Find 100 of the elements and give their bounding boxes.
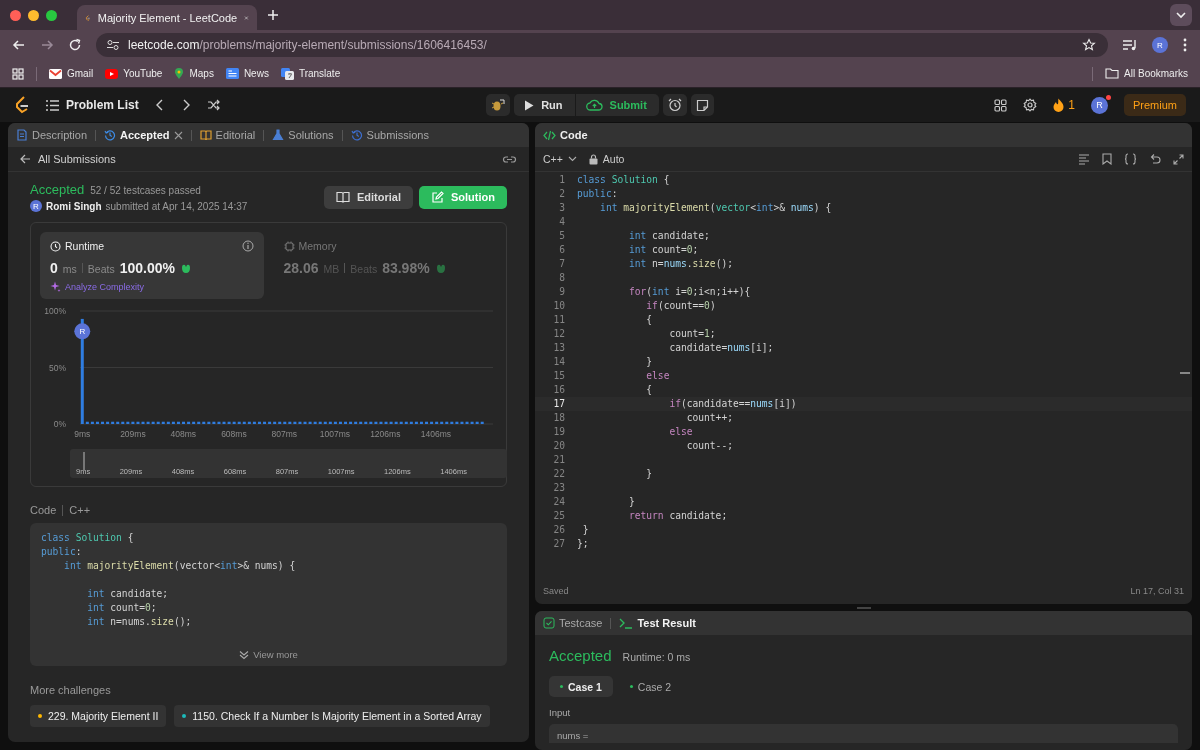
minimize-window-button[interactable] [28, 9, 39, 21]
bookmark-link[interactable]: News [225, 68, 269, 79]
case-tab[interactable]: Case 1 [549, 676, 613, 697]
author-name[interactable]: Romi Singh [46, 200, 102, 212]
notes-button[interactable] [690, 94, 714, 116]
line-number: 27 [552, 537, 566, 551]
slider-handle[interactable] [82, 452, 85, 470]
forward-icon[interactable] [40, 38, 54, 52]
flame-icon [1053, 98, 1065, 112]
run-button[interactable]: Run [514, 94, 575, 116]
submit-button[interactable]: Submit [575, 94, 659, 116]
settings-icon[interactable] [1023, 98, 1038, 112]
edit-icon [431, 190, 444, 204]
address-bar[interactable]: leetcode.com/problems/majority-element/submissions/1606416453/ [96, 33, 1108, 57]
challenge-chip[interactable]: 1150. Check If a Number Is Majority Element in a Sorted Array [174, 705, 490, 727]
streak-counter[interactable]: 1 [1053, 98, 1075, 112]
maximize-window-button[interactable] [46, 9, 57, 21]
sparkle-icon [50, 281, 61, 292]
more-menu-icon[interactable] [1182, 37, 1188, 53]
line-number: 21 [552, 453, 566, 467]
site-settings-icon[interactable] [106, 39, 120, 51]
cursor-position: Ln 17, Col 31 [1130, 586, 1184, 596]
line-number: 6 [558, 243, 566, 257]
field-label: Input [549, 707, 572, 718]
problem-list-link[interactable]: Problem List [46, 98, 139, 112]
runtime-card[interactable]: Runtime 0 ms Beats 100.00% Analyze Complexity [40, 232, 264, 299]
line-number: 1 [558, 173, 566, 187]
panel-tab[interactable]: Solutions [272, 129, 334, 141]
panel-tab[interactable]: Testcase [543, 617, 603, 629]
profile-avatar[interactable]: R [1152, 37, 1168, 53]
all-bookmarks-link[interactable]: All Bookmarks [1105, 68, 1188, 79]
braces-icon[interactable] [1124, 153, 1137, 165]
panel-tab[interactable]: Submissions [350, 129, 429, 141]
bookmark-link[interactable]: YouTube [105, 68, 163, 79]
code-icon [543, 129, 556, 141]
case-tab[interactable]: Case 2 [618, 676, 683, 697]
user-avatar[interactable]: R [1091, 96, 1108, 114]
bookmark-icon[interactable] [1102, 153, 1112, 165]
undo-icon[interactable] [1149, 153, 1161, 165]
panel-tab[interactable]: Code [543, 129, 588, 141]
user-marker: R [74, 323, 91, 340]
info-icon[interactable] [241, 240, 254, 252]
language-dropdown[interactable]: C++ [543, 153, 577, 165]
line-number: 17 [552, 397, 566, 411]
line-number: 11 [552, 313, 566, 327]
checkbox-icon [543, 617, 555, 629]
code-editor[interactable]: 1 class Solution { 2 public: 3 int majorityElement(vector<int>& nums) { 4 5 int candidate; 6 int count=0; 7 int n=nums.size(); 8 9 for(int i=0;i<n;i++){ 10 if(count==0) 11 { 12 count=1; 13 candidate=nums[i]; 14 } 15 else 16 { 17 if(candidate==nums[i]) 18 count++; 19 else 20 count--; 21 22 } 23 24 } 25 return candidate; 26 } 27 }; [535, 172, 1192, 578]
tab-search-icon[interactable] [1170, 4, 1192, 26]
editorial-button[interactable]: Editorial [324, 185, 413, 209]
previous-icon[interactable] [154, 99, 165, 111]
panel-tab[interactable]: Test Result [619, 617, 696, 629]
format-icon[interactable] [1078, 153, 1090, 165]
panel-tab[interactable]: Editorial [199, 129, 256, 141]
section-label: Code [30, 504, 57, 516]
annotation: R [79, 327, 86, 337]
apps-grid-icon[interactable] [12, 67, 24, 80]
line-number: 22 [552, 467, 566, 481]
line-number: 3 [558, 201, 566, 215]
layout-grid-icon[interactable] [994, 98, 1008, 112]
line-number: 23 [552, 481, 566, 495]
note-icon [695, 98, 709, 112]
browser-tab[interactable]: Majority Element - LeetCode [77, 5, 257, 30]
line-number: 26 [552, 523, 566, 537]
panel-tab[interactable]: Accepted [104, 129, 183, 141]
line-number: 19 [552, 425, 566, 439]
shuffle-icon[interactable] [206, 99, 220, 111]
list-icon [46, 99, 59, 111]
testcases-text: 52 / 52 testcases passed [90, 185, 201, 196]
book-icon [336, 191, 350, 203]
reload-icon[interactable] [68, 38, 82, 52]
history-icon [350, 129, 363, 141]
bug-icon [491, 98, 506, 112]
close-window-button[interactable] [10, 9, 21, 21]
bookmark-link[interactable]: Translate [280, 67, 341, 80]
line-number: 13 [552, 341, 566, 355]
language-label: C++ [69, 504, 91, 516]
logo-icon[interactable] [14, 96, 30, 114]
new-tab-icon[interactable] [267, 9, 279, 21]
alarm-clock-icon [667, 98, 682, 112]
bookmark-link[interactable]: Gmail [49, 68, 94, 79]
line-number: 25 [552, 509, 566, 523]
close-icon[interactable] [173, 130, 183, 140]
media-control-icon[interactable] [1122, 38, 1138, 52]
line-number: 9 [558, 285, 566, 299]
challenge-chip[interactable]: 229. Majority Element II [30, 705, 167, 727]
back-icon[interactable] [12, 38, 26, 52]
bookmark-link[interactable]: Maps [174, 67, 214, 80]
alarm-button[interactable] [662, 94, 687, 116]
premium-button[interactable]: Premium [1124, 94, 1186, 116]
debug-button[interactable] [486, 94, 511, 116]
view-more-link[interactable]: View more [239, 649, 298, 660]
link-icon[interactable] [502, 153, 517, 165]
bookmark-star-icon[interactable] [1082, 38, 1096, 52]
expand-icon[interactable] [1173, 153, 1184, 165]
input-field[interactable]: nums = [549, 724, 1178, 743]
back-link[interactable]: All Submissions [20, 153, 116, 165]
stat-value: 28.06 [283, 260, 319, 276]
axis-label: 608ms [221, 429, 247, 439]
panel-tab[interactable]: Description [16, 129, 88, 141]
mode-label[interactable]: Auto [588, 153, 625, 165]
